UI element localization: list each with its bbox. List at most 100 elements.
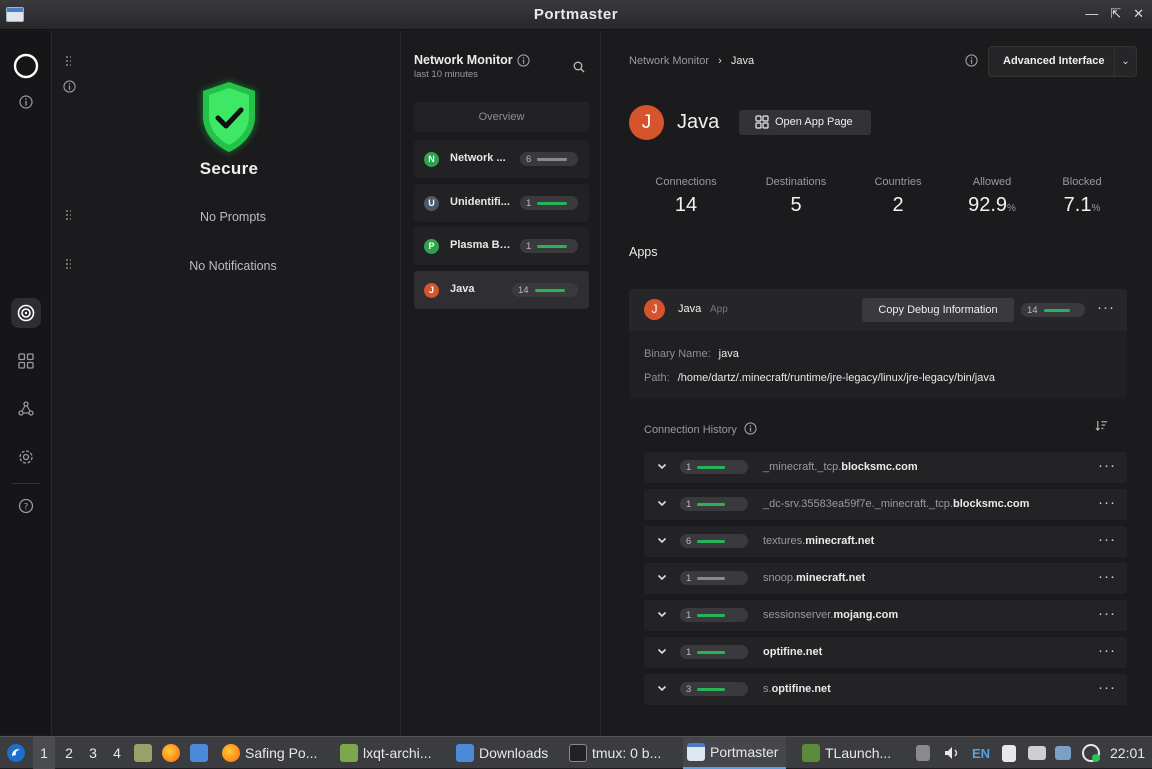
stat-unit: %: [1007, 203, 1016, 214]
taskbar-task[interactable]: Downloads: [456, 737, 548, 769]
stat-unit: %: [1091, 203, 1101, 214]
more-options-icon[interactable]: ···: [1097, 299, 1115, 316]
apps-icon[interactable]: [11, 346, 41, 376]
chevron-down-icon[interactable]: [656, 682, 668, 694]
app-list-item[interactable]: P Plasma Br... 1: [414, 227, 589, 265]
clipboard-icon[interactable]: [1002, 737, 1021, 769]
portmaster-tray-icon[interactable]: [1081, 737, 1101, 769]
open-app-page-button[interactable]: Open App Page: [739, 110, 871, 135]
taskbar-task[interactable]: TLaunch...: [802, 737, 891, 769]
info-icon[interactable]: [744, 422, 757, 435]
app-avatar: J: [629, 105, 664, 140]
more-options-icon[interactable]: ···: [1098, 531, 1116, 548]
volume-icon[interactable]: [943, 737, 961, 769]
connection-count: 1: [526, 197, 532, 209]
advanced-interface-toggle[interactable]: Advanced Interface ⌄: [988, 46, 1137, 77]
app-name: Java: [450, 283, 475, 295]
app-list-item-selected[interactable]: J Java 14: [414, 271, 589, 309]
chevron-down-icon[interactable]: [656, 497, 668, 509]
chevron-down-icon[interactable]: [656, 460, 668, 472]
more-options-icon[interactable]: ···: [1098, 679, 1116, 696]
help-icon[interactable]: ?: [11, 491, 41, 521]
connection-row[interactable]: 1 snoop.minecraft.net ···: [644, 563, 1127, 594]
app-list-item[interactable]: U Unidentifi... 1: [414, 184, 589, 222]
stat-value: 2: [892, 194, 904, 216]
close-icon[interactable]: ✕: [1133, 6, 1144, 22]
firefox-icon: [222, 744, 240, 762]
maximize-icon[interactable]: ⇱: [1110, 6, 1121, 22]
breadcrumb-root[interactable]: Network Monitor: [629, 55, 709, 67]
keyboard-layout-indicator[interactable]: EN: [972, 737, 990, 769]
domain-name: blocksmc.com: [952, 498, 1030, 510]
info-icon[interactable]: [11, 87, 41, 117]
taskbar-task[interactable]: lxqt-archi...: [340, 737, 431, 769]
more-options-icon[interactable]: ···: [1098, 568, 1116, 585]
stat-value: 5: [790, 194, 802, 216]
workspace-1[interactable]: 1: [33, 737, 55, 769]
stat-destinations: Destinations 5: [748, 176, 844, 217]
connection-row[interactable]: 1 optifine.net ···: [644, 637, 1127, 668]
start-menu-icon[interactable]: [6, 737, 26, 769]
domain-prefix: snoop.: [763, 572, 797, 584]
binary-name-label: Binary Name:: [644, 348, 711, 360]
archive-manager-launcher-icon[interactable]: [134, 737, 157, 769]
network-monitor-icon[interactable]: [11, 298, 41, 328]
info-icon[interactable]: [517, 54, 530, 70]
app-name: Plasma Br...: [450, 239, 512, 251]
taskbar-task[interactable]: tmux: 0 b...: [569, 737, 661, 769]
connection-count-badge: 1: [680, 460, 748, 474]
workspace-4[interactable]: 4: [106, 737, 128, 769]
notifications-tray-icon[interactable]: [1055, 737, 1076, 769]
firefox-launcher-icon[interactable]: [162, 737, 185, 769]
copy-debug-info-button[interactable]: Copy Debug Information: [862, 298, 1014, 322]
settings-icon[interactable]: [11, 442, 41, 472]
allowed-ratio-bar: [697, 576, 726, 580]
app-card-tag: App: [710, 304, 728, 315]
allowed-ratio-bar: [697, 650, 726, 654]
network-tray-icon[interactable]: [1028, 737, 1051, 769]
allowed-ratio-bar: [537, 157, 568, 161]
app-card-header[interactable]: J Java App Copy Debug Information 14 ···: [629, 289, 1127, 331]
allowed-ratio-bar: [534, 288, 565, 292]
workspace-3[interactable]: 3: [82, 737, 104, 769]
more-options-icon[interactable]: ···: [1098, 642, 1116, 659]
chevron-down-icon[interactable]: [656, 534, 668, 546]
spn-icon[interactable]: [11, 394, 41, 424]
connection-row[interactable]: 1 _minecraft._tcp.blocksmc.com ···: [644, 452, 1127, 483]
chevron-down-icon[interactable]: [656, 571, 668, 583]
connection-count-badge: 14: [512, 283, 578, 297]
stat-value: 14: [674, 194, 698, 216]
app-list-item[interactable]: N Network ... 6: [414, 140, 589, 178]
workspace-2[interactable]: 2: [58, 737, 80, 769]
file-manager-launcher-icon[interactable]: [190, 737, 213, 769]
connection-count-badge: 3: [680, 682, 748, 696]
taskbar-task-active[interactable]: Portmaster: [683, 737, 787, 769]
more-options-icon[interactable]: ···: [1098, 605, 1116, 622]
path-value: /home/dartz/.minecraft/runtime/jre-legac…: [677, 372, 995, 384]
task-label: lxqt-archi...: [363, 745, 432, 761]
search-icon[interactable]: [573, 61, 585, 76]
chevron-down-icon[interactable]: [656, 645, 668, 657]
chevron-down-icon[interactable]: [656, 608, 668, 620]
info-icon[interactable]: [63, 80, 76, 96]
stat-value: 92.9: [968, 194, 1008, 216]
portmaster-logo-icon[interactable]: [11, 51, 41, 81]
domain-name: minecraft.net: [796, 572, 866, 584]
chevron-down-icon[interactable]: ⌄: [1114, 47, 1136, 76]
minimize-icon[interactable]: —: [1085, 6, 1098, 22]
connection-row[interactable]: 3 s.optifine.net ···: [644, 674, 1127, 705]
more-options-icon[interactable]: ···: [1098, 494, 1116, 511]
connection-row[interactable]: 1 _dc-srv.35583ea59f7e._minecraft._tcp.b…: [644, 489, 1127, 520]
folder-icon: [456, 744, 474, 762]
clock[interactable]: 22:01: [1110, 737, 1145, 769]
taskbar-task[interactable]: Safing Po...: [222, 737, 317, 769]
drag-handle-icon[interactable]: [65, 55, 71, 67]
connection-row[interactable]: 1 sessionserver.mojang.com ···: [644, 600, 1127, 631]
tray-updates-icon[interactable]: [916, 737, 935, 769]
connection-row[interactable]: 6 textures.minecraft.net ···: [644, 526, 1127, 557]
task-label: tmux: 0 b...: [592, 745, 662, 761]
overview-button[interactable]: Overview: [414, 102, 589, 132]
info-icon[interactable]: [965, 54, 978, 70]
more-options-icon[interactable]: ···: [1098, 457, 1116, 474]
sort-icon[interactable]: [1095, 419, 1108, 435]
